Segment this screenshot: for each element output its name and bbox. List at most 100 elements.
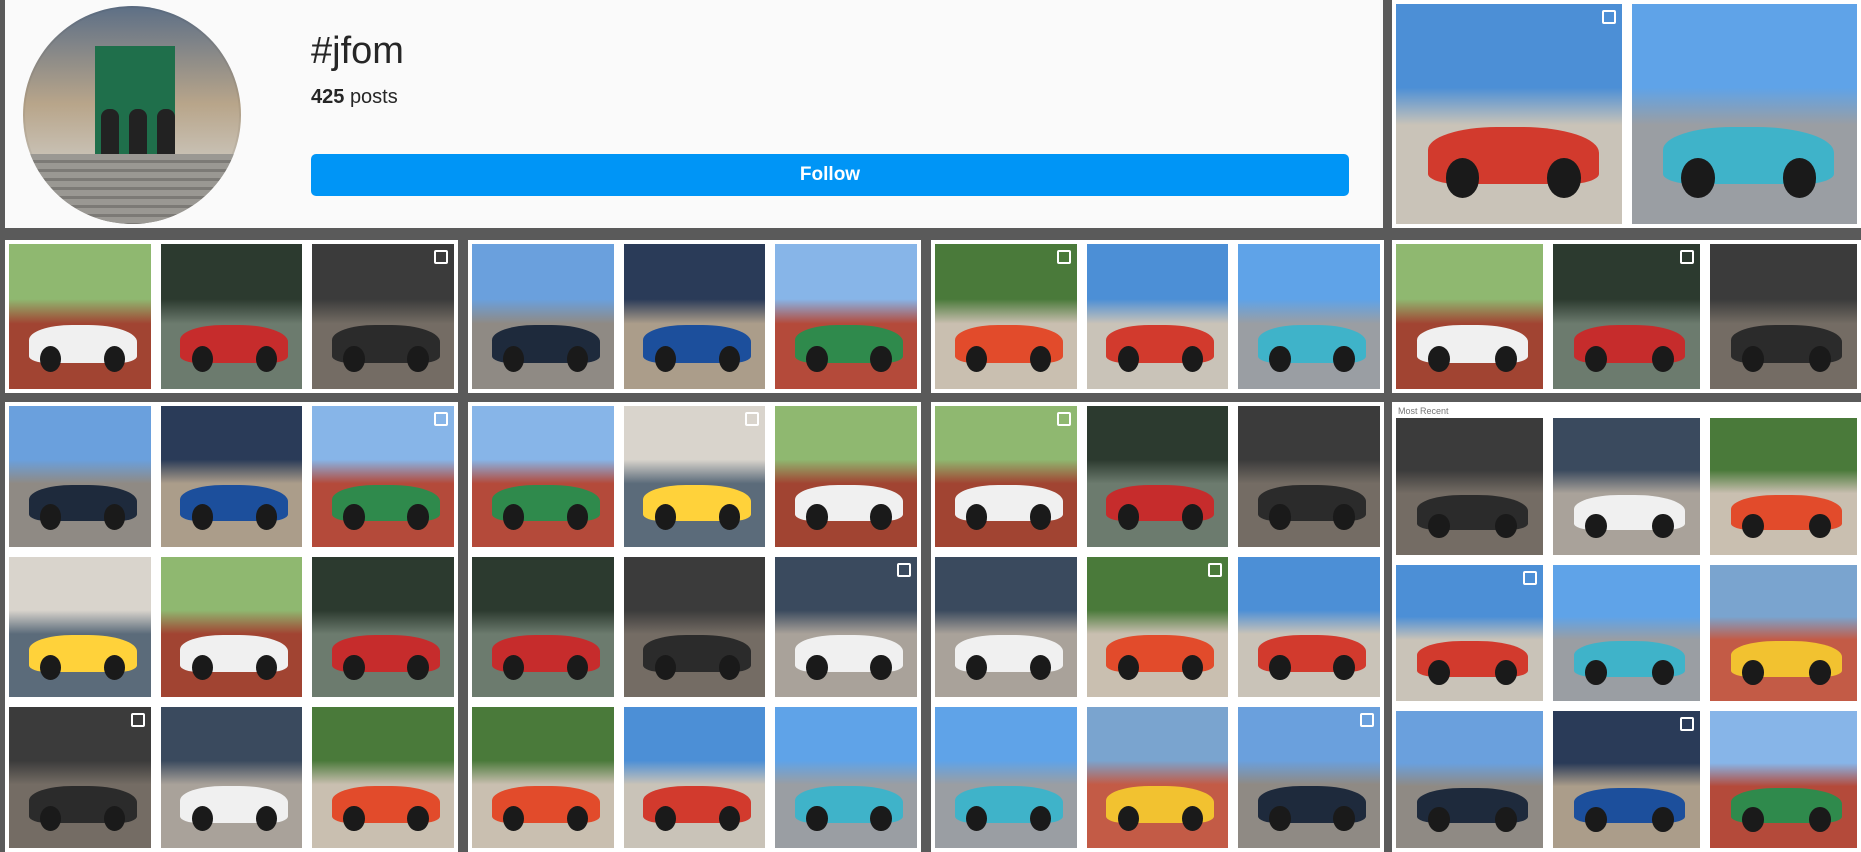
post-thumbnail[interactable] [9, 244, 151, 389]
wheel-shape [1181, 504, 1203, 530]
carousel-icon [1523, 570, 1537, 585]
post-thumbnail[interactable] [1553, 418, 1700, 555]
post-thumbnail[interactable] [1238, 556, 1380, 698]
post-thumbnail[interactable] [1086, 707, 1229, 848]
post-thumbnail[interactable] [1710, 711, 1857, 848]
wheel-shape [1651, 345, 1674, 372]
post-thumbnail[interactable] [1396, 418, 1543, 555]
post-thumbnail[interactable] [160, 244, 303, 389]
wheel-shape [255, 805, 277, 832]
wheel-shape [966, 655, 988, 681]
post-thumbnail[interactable] [1238, 707, 1380, 848]
wheel-shape [407, 345, 429, 372]
post-thumbnail[interactable] [1086, 406, 1229, 547]
post-thumbnail[interactable] [160, 707, 303, 848]
post-panel [1392, 402, 1861, 852]
wheel-shape [718, 805, 740, 832]
wheel-shape [1808, 345, 1831, 372]
post-thumbnail[interactable] [935, 244, 1077, 389]
post-thumbnail[interactable] [9, 707, 151, 848]
post-thumbnail[interactable] [775, 707, 917, 848]
wheel-shape [1742, 660, 1765, 685]
post-thumbnail[interactable] [935, 707, 1077, 848]
wheel-shape [870, 655, 892, 681]
wheel-shape [1269, 345, 1291, 372]
post-thumbnail[interactable] [1553, 244, 1700, 389]
post-panel [5, 402, 458, 852]
wheel-shape [1029, 345, 1052, 372]
post-thumbnail[interactable] [1238, 406, 1380, 547]
wheel-shape [1428, 345, 1451, 372]
post-thumbnail[interactable] [1238, 244, 1380, 389]
post-thumbnail[interactable] [775, 556, 917, 698]
wheel-shape [255, 504, 277, 530]
post-thumbnail[interactable] [1396, 564, 1543, 702]
wheel-shape [1742, 345, 1765, 372]
carousel-icon [1056, 250, 1071, 264]
wheel-shape [343, 655, 365, 681]
post-thumbnail[interactable] [775, 406, 917, 547]
post-thumbnail[interactable] [623, 406, 766, 547]
wheel-shape [1782, 158, 1817, 198]
wheel-shape [870, 504, 892, 530]
post-thumbnail[interactable] [9, 406, 151, 547]
post-thumbnail[interactable] [623, 244, 766, 389]
wheel-shape [1181, 655, 1203, 681]
post-thumbnail[interactable] [312, 406, 454, 547]
wheel-shape [1651, 660, 1674, 685]
post-thumbnail[interactable] [935, 556, 1077, 698]
post-thumbnail[interactable] [1631, 4, 1857, 224]
wheel-shape [191, 345, 214, 372]
follow-button[interactable]: Follow [311, 154, 1349, 196]
post-thumbnail[interactable] [1086, 244, 1229, 389]
post-thumbnail[interactable] [1396, 711, 1543, 848]
wheel-shape [1428, 660, 1451, 685]
wheel-shape [566, 345, 589, 372]
carousel-icon [1208, 562, 1223, 577]
post-thumbnail[interactable] [9, 556, 151, 698]
post-thumbnail[interactable] [1710, 244, 1857, 389]
wheel-shape [566, 655, 589, 681]
wheel-shape [1585, 807, 1608, 832]
wheel-shape [1808, 660, 1831, 685]
post-thumbnail[interactable] [1710, 418, 1857, 555]
post-thumbnail[interactable] [472, 244, 614, 389]
post-thumbnail[interactable] [1710, 564, 1857, 702]
hashtag-header: #jfom 425 posts Follow [5, 0, 1383, 228]
wheel-shape [966, 345, 988, 372]
carousel-icon [745, 412, 760, 426]
wheel-shape [1117, 805, 1140, 832]
post-thumbnail[interactable] [1553, 711, 1700, 848]
post-thumbnail[interactable] [472, 707, 614, 848]
post-thumbnail[interactable] [312, 556, 454, 698]
carousel-icon [1056, 412, 1071, 426]
wheel-shape [1269, 504, 1291, 530]
wheel-shape [1681, 158, 1715, 198]
post-thumbnail[interactable] [623, 707, 766, 848]
wheel-shape [1494, 660, 1517, 685]
post-thumbnail[interactable] [160, 406, 303, 547]
post-thumbnail[interactable] [160, 556, 303, 698]
post-panel [931, 402, 1384, 852]
carousel-icon [1680, 717, 1694, 732]
section-label: Most Recent [1398, 406, 1449, 416]
wheel-shape [503, 655, 525, 681]
post-thumbnail[interactable] [1086, 556, 1229, 698]
post-thumbnail[interactable] [312, 244, 454, 389]
wheel-shape [1585, 513, 1608, 539]
post-thumbnail[interactable] [775, 244, 917, 389]
wheel-shape [191, 655, 214, 681]
post-thumbnail[interactable] [1553, 564, 1700, 702]
post-thumbnail[interactable] [623, 556, 766, 698]
post-thumbnail[interactable] [1396, 244, 1543, 389]
hashtag-avatar[interactable] [23, 6, 241, 224]
post-thumbnail[interactable] [472, 556, 614, 698]
post-thumbnail[interactable] [472, 406, 614, 547]
hashtag-title: #jfom [311, 30, 404, 72]
posts-label: posts [349, 86, 398, 108]
wheel-shape [870, 345, 892, 372]
post-thumbnail[interactable] [935, 406, 1077, 547]
post-thumbnail[interactable] [312, 707, 454, 848]
wheel-shape [718, 655, 740, 681]
post-thumbnail[interactable] [1396, 4, 1622, 224]
